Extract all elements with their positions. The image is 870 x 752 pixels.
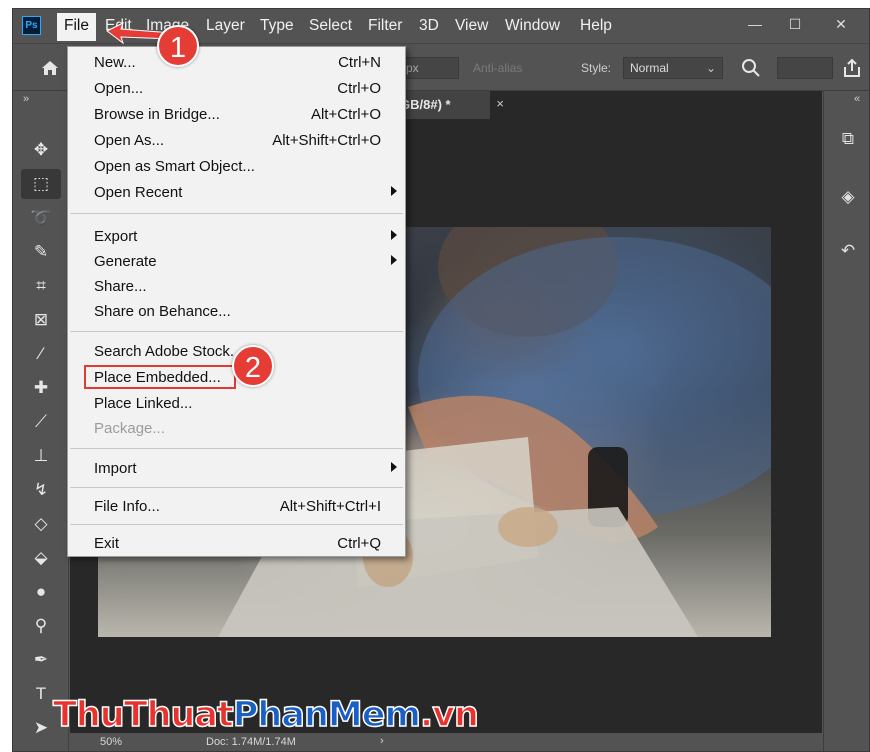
style-value: Normal [630, 61, 669, 75]
watermark-part-3: .vn [419, 694, 480, 736]
stamp-tool-icon[interactable]: ⊥ [21, 441, 61, 471]
eyedropper-tool-icon[interactable]: ⁄ [21, 339, 61, 369]
menu-item-open-recent[interactable]: Open Recent [68, 182, 405, 204]
blur-tool-icon[interactable]: ● [21, 577, 61, 607]
pen-tool-icon[interactable]: ✒ [21, 645, 61, 675]
step-1-badge: 1 [157, 25, 199, 67]
paint-bucket-tool-icon[interactable]: ⬙ [21, 543, 61, 573]
collapse-icon[interactable]: « [854, 93, 860, 105]
history-brush-tool-icon[interactable]: ↯ [21, 475, 61, 505]
menu-divider [70, 448, 403, 449]
healing-brush-tool-icon[interactable]: ✚ [21, 373, 61, 403]
status-bar: 50% Doc: 1.74M/1.74M › [70, 733, 822, 751]
document-tab-title: GB/8#) * [400, 97, 451, 112]
photoshop-window: Ps File Edit Image Layer Type Select Fil… [12, 8, 870, 752]
status-arrow-icon[interactable]: › [380, 735, 384, 747]
menu-item-open-as[interactable]: Open As... Alt+Shift+Ctrl+O [68, 130, 405, 152]
menu-item-package: Package... [94, 420, 165, 437]
antialias-checkbox[interactable]: Anti-alias [473, 61, 522, 75]
menu-item-import[interactable]: Import [68, 458, 405, 480]
submenu-arrow-icon [391, 230, 397, 240]
search-icon[interactable] [741, 58, 761, 78]
menu-item-file-info[interactable]: File Info... Alt+Shift+Ctrl+I [68, 496, 405, 518]
menu-divider [70, 487, 403, 488]
right-panel-dock: « ⧉ ◈ ↶ [823, 91, 869, 751]
lasso-tool-icon[interactable]: ➰ [21, 203, 61, 233]
minimize-button[interactable]: — [733, 13, 777, 37]
style-label: Style: [581, 61, 612, 75]
menu-item-share-on-behance[interactable]: Share on Behance... [68, 301, 405, 323]
style-select[interactable]: Normal ⌄ [623, 57, 723, 79]
3d-panel-icon[interactable]: ⧉ [836, 129, 860, 153]
submenu-arrow-icon [391, 255, 397, 265]
step-2-badge: 2 [232, 345, 274, 387]
close-tab-icon[interactable]: × [496, 96, 504, 111]
file-menu-dropdown: New... Ctrl+N Open... Ctrl+O Browse in B… [67, 46, 406, 557]
home-icon[interactable] [41, 60, 59, 76]
share-icon[interactable] [841, 57, 863, 79]
menu-layer[interactable]: Layer [206, 17, 245, 35]
eraser-tool-icon[interactable]: ◇ [21, 509, 61, 539]
brush-tool-icon[interactable]: ⟋ [21, 407, 61, 437]
menu-item-place-linked[interactable]: Place Linked... [68, 393, 405, 415]
chevron-down-icon: ⌄ [705, 61, 716, 75]
menu-divider [70, 524, 403, 525]
marquee-tool-icon[interactable]: ⬚ [21, 169, 61, 199]
menu-item-exit[interactable]: Exit Ctrl+Q [68, 533, 405, 555]
photoshop-logo: Ps [22, 16, 41, 35]
move-tool-icon[interactable]: ✥ [21, 135, 61, 165]
menu-select[interactable]: Select [309, 17, 352, 35]
menu-type[interactable]: Type [260, 17, 294, 35]
crop-tool-icon[interactable]: ⌗ [21, 271, 61, 301]
expand-icon[interactable]: » [23, 93, 29, 105]
watermark-part-2: PhanMem [232, 694, 422, 736]
watermark-part-1: ThuThuat [52, 694, 234, 736]
menu-3d[interactable]: 3D [419, 17, 439, 35]
menu-item-generate[interactable]: Generate [68, 251, 405, 273]
submenu-arrow-icon [391, 186, 397, 196]
menu-divider [70, 331, 403, 332]
place-embedded-highlight [84, 365, 236, 389]
menu-item-browse-in-bridge[interactable]: Browse in Bridge... Alt+Ctrl+O [68, 104, 405, 126]
frame-tool-icon[interactable]: ⊠ [21, 305, 61, 335]
dodge-tool-icon[interactable]: ⚲ [21, 611, 61, 641]
menu-window[interactable]: Window [505, 17, 560, 35]
menu-view[interactable]: View [455, 17, 488, 35]
watermark: ThuThuatPhanMem.vn [52, 694, 480, 736]
menu-help[interactable]: Help [580, 17, 612, 35]
quick-select-tool-icon[interactable]: ✎ [21, 237, 61, 267]
menu-filter[interactable]: Filter [368, 17, 402, 35]
menu-item-share[interactable]: Share... [68, 276, 405, 298]
menu-file[interactable]: File [57, 13, 96, 41]
menu-item-new[interactable]: New... Ctrl+N [68, 52, 405, 74]
zoom-level[interactable]: 50% [100, 736, 122, 748]
maximize-button[interactable]: ☐ [773, 13, 817, 37]
doc-info: Doc: 1.74M/1.74M [206, 736, 296, 748]
panel-selector[interactable] [777, 57, 833, 79]
menu-item-export[interactable]: Export [68, 226, 405, 248]
tools-panel: » ✥ ⬚ ➰ ✎ ⌗ ⊠ ⁄ ✚ ⟋ ⊥ ↯ ◇ ⬙ ● ⚲ ✒ T ➤ [13, 91, 69, 751]
menu-divider [70, 213, 403, 214]
layers-panel-icon[interactable]: ◈ [836, 187, 860, 211]
history-panel-icon[interactable]: ↶ [836, 241, 860, 265]
close-button[interactable]: ✕ [819, 13, 863, 37]
submenu-arrow-icon [391, 462, 397, 472]
menu-item-open-as-smart-object[interactable]: Open as Smart Object... [68, 156, 405, 178]
menu-item-open[interactable]: Open... Ctrl+O [68, 78, 405, 100]
